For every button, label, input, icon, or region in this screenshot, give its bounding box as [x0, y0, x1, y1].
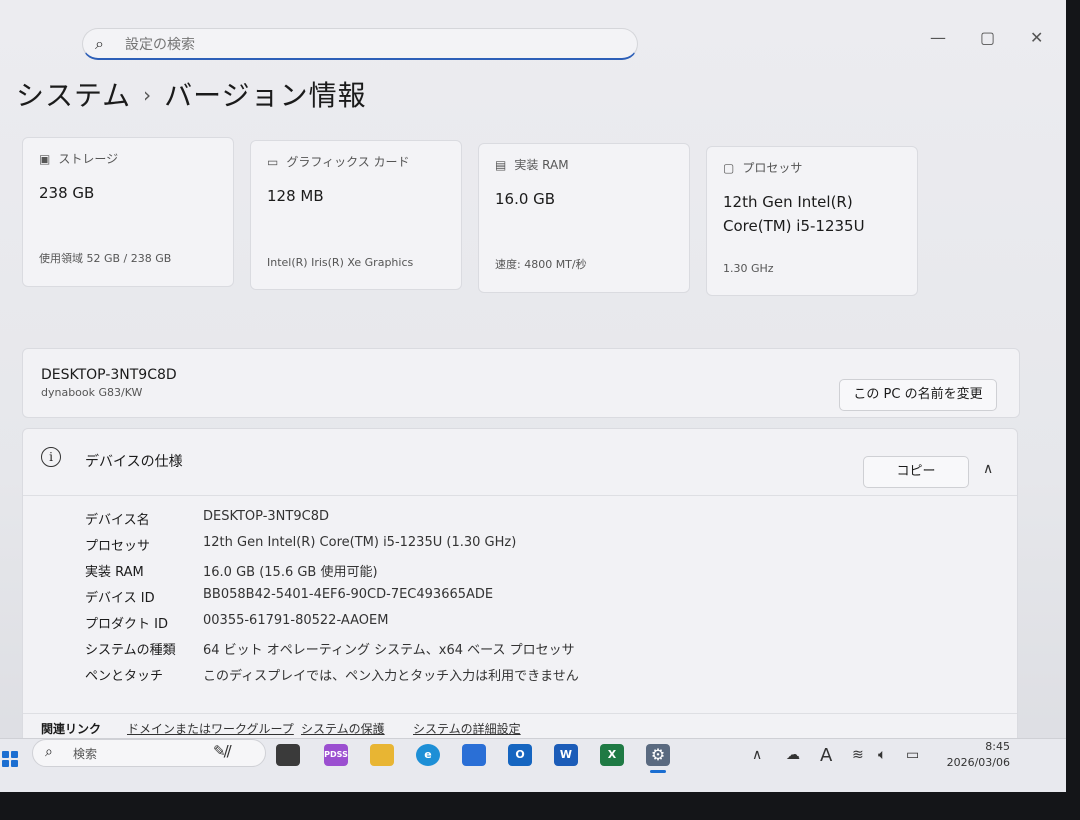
spec-value: DESKTOP-3NT9C8D: [203, 509, 329, 524]
ime-indicator[interactable]: A: [820, 745, 832, 766]
spec-key: プロダクト ID: [85, 617, 168, 632]
card-label: グラフィックス カード: [286, 155, 410, 169]
search-input[interactable]: [123, 33, 607, 57]
battery-icon[interactable]: ▭: [906, 747, 919, 763]
word-icon[interactable]: W: [554, 744, 578, 766]
breadcrumb-separator-icon: ›: [143, 83, 153, 107]
breadcrumb: システム › バージョン情報: [16, 74, 367, 114]
onedrive-icon[interactable]: ☁: [786, 747, 800, 763]
active-app-indicator: [650, 770, 666, 773]
ram-card[interactable]: ▤ 実装 RAM 16.0 GB 速度: 4800 MT/秒: [478, 143, 690, 293]
copilot-icon[interactable]: PDSS: [324, 744, 348, 766]
device-specs-title: デバイスの仕様: [85, 454, 183, 470]
search-icon: ⌕: [45, 744, 53, 760]
processor-card[interactable]: ▢ プロセッサ 12th Gen Intel(R) Core(TM) i5-123…: [706, 146, 918, 296]
card-value: 12th Gen Intel(R) Core(TM) i5-1235U: [723, 193, 865, 235]
system-protection-link[interactable]: システムの保護: [301, 720, 385, 737]
card-sub: 速度: 4800 MT/秒: [495, 258, 587, 271]
card-label: 実装 RAM: [514, 158, 569, 172]
spec-key: デバイス名: [85, 513, 150, 528]
minimize-button[interactable]: —: [930, 28, 946, 47]
copy-button[interactable]: コピー: [863, 456, 969, 488]
taskbar: ⌕ 検索 ✎// PDSS e O W X ⚙ ∧ ☁ A ≋ 🔈︎ ▭ 8:4…: [0, 738, 1066, 792]
file-explorer-icon[interactable]: [370, 744, 394, 766]
device-model: dynabook G83/KW: [41, 386, 143, 399]
spec-value: 16.0 GB (15.6 GB 使用可能): [203, 565, 378, 580]
spec-value: 00355-61791-80522-AAOEM: [203, 613, 389, 628]
rename-pc-button[interactable]: この PC の名前を変更: [839, 379, 997, 411]
edge-icon[interactable]: e: [416, 744, 440, 766]
spec-key: デバイス ID: [85, 591, 155, 606]
task-view-icon[interactable]: [276, 744, 300, 766]
storage-card[interactable]: ▣ ストレージ 238 GB 使用領域 52 GB / 238 GB: [22, 137, 234, 287]
card-label: プロセッサ: [742, 161, 803, 175]
advanced-settings-link[interactable]: システムの詳細設定: [413, 720, 521, 737]
card-sub: 使用領域 52 GB / 238 GB: [39, 252, 172, 265]
outlook-icon[interactable]: O: [508, 744, 532, 766]
taskbar-clock[interactable]: 8:45 2026/03/06: [930, 739, 1010, 771]
info-icon: i: [41, 447, 61, 467]
spec-key: ペンとタッチ: [85, 669, 164, 684]
workgroup-link[interactable]: ドメインまたはワークグループ: [127, 720, 294, 737]
card-value: 16.0 GB: [495, 190, 556, 208]
windows-start-icon[interactable]: [2, 751, 18, 767]
page-title: バージョン情報: [164, 79, 367, 112]
device-name: DESKTOP-3NT9C8D: [41, 367, 177, 383]
spec-key: システムの種類: [85, 643, 176, 658]
gpu-icon: ▭: [267, 154, 279, 169]
search-box[interactable]: ⌕: [82, 28, 638, 60]
taskbar-search-label: 検索: [73, 747, 98, 761]
card-value: 128 MB: [267, 187, 324, 205]
device-specs-panel: i デバイスの仕様 コピー ∧ デバイス名 DESKTOP-3NT9C8D プロ…: [22, 428, 1018, 758]
clock-date: 2026/03/06: [946, 756, 1010, 769]
card-sub: Intel(R) Iris(R) Xe Graphics: [267, 256, 414, 269]
storage-icon: ▣: [39, 151, 51, 166]
tray-overflow-icon[interactable]: ∧: [752, 747, 762, 763]
maximize-button[interactable]: ▢: [980, 28, 995, 47]
spec-value: 12th Gen Intel(R) Core(TM) i5-1235U (1.3…: [203, 535, 517, 550]
volume-icon[interactable]: 🔈︎: [878, 747, 886, 763]
ram-icon: ▤: [495, 157, 507, 172]
device-name-panel: DESKTOP-3NT9C8D dynabook G83/KW この PC の名…: [22, 348, 1020, 418]
close-button[interactable]: ✕: [1030, 28, 1043, 47]
store-icon[interactable]: [462, 744, 486, 766]
related-links-title: 関連リンク: [41, 722, 102, 736]
search-highlight-icon: ✎//: [213, 742, 232, 760]
screen-bezel-bottom: [0, 792, 1080, 820]
spec-value: このディスプレイでは、ペン入力とタッチ入力は利用できません: [203, 669, 579, 684]
spec-key: 実装 RAM: [85, 565, 144, 580]
spec-key: プロセッサ: [85, 539, 151, 554]
screen-bezel-right: [1066, 0, 1080, 820]
taskbar-search[interactable]: ⌕ 検索 ✎//: [32, 739, 266, 767]
spec-value: BB058B42-5401-4EF6-90CD-7EC493665ADE: [203, 587, 494, 602]
excel-icon[interactable]: X: [600, 744, 624, 766]
cpu-icon: ▢: [723, 160, 735, 175]
graphics-card[interactable]: ▭ グラフィックス カード 128 MB Intel(R) Iris(R) Xe …: [250, 140, 462, 290]
card-label: ストレージ: [58, 152, 119, 166]
breadcrumb-parent[interactable]: システム: [16, 79, 131, 112]
card-sub: 1.30 GHz: [723, 262, 774, 275]
chevron-up-icon[interactable]: ∧: [983, 461, 993, 477]
search-icon: ⌕: [95, 34, 104, 53]
spec-value: 64 ビット オペレーティング システム、x64 ベース プロセッサ: [203, 643, 575, 658]
card-value: 238 GB: [39, 184, 95, 202]
wifi-icon[interactable]: ≋: [852, 747, 864, 763]
settings-window: ⌕ — ▢ ✕ システム › バージョン情報 ▣ ストレージ 238 GB 使用領域 …: [0, 0, 1066, 792]
settings-icon[interactable]: ⚙: [646, 744, 670, 766]
clock-time: 8:45: [985, 740, 1010, 753]
device-specs-header[interactable]: i デバイスの仕様 コピー ∧: [23, 429, 1017, 496]
